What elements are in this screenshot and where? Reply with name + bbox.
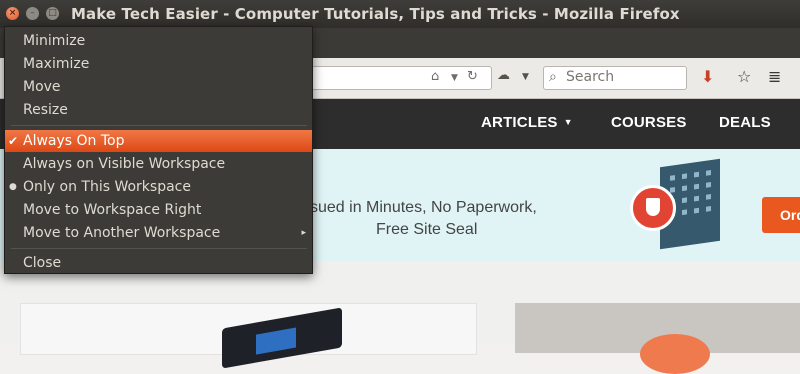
window-titlebar: × – □ Make Tech Easier - Computer Tutori… xyxy=(0,0,800,28)
window-close-button[interactable]: × xyxy=(6,7,19,20)
url-bar[interactable]: ⌂ ▼ ↻ xyxy=(300,66,492,90)
menu-item-label: Close xyxy=(23,255,62,271)
window-context-menu: Minimize Maximize Move Resize ✔ Always O… xyxy=(4,26,313,274)
menu-item-label: Maximize xyxy=(23,56,90,72)
menu-item-move[interactable]: Move xyxy=(5,76,312,98)
search-input[interactable] xyxy=(566,69,678,85)
bookmarks-menu-icon[interactable]: ≣ xyxy=(768,67,781,86)
menu-item-label: Only on This Workspace xyxy=(23,179,191,195)
menu-item-label: Always On Top xyxy=(23,133,125,149)
nav-courses[interactable]: COURSES xyxy=(611,114,687,131)
menu-item-move-to-workspace-right[interactable]: Move to Workspace Right xyxy=(5,199,312,221)
menu-item-maximize[interactable]: Maximize xyxy=(5,53,312,75)
nav-deals[interactable]: DEALS xyxy=(719,114,771,131)
shield-icon xyxy=(630,185,676,231)
menu-item-label: Move xyxy=(23,79,61,95)
search-box[interactable]: ⌕ xyxy=(543,66,687,90)
menu-item-only-on-this-workspace[interactable]: ● Only on This Workspace xyxy=(5,176,312,198)
menu-item-always-on-visible-workspace[interactable]: Always on Visible Workspace xyxy=(5,153,312,175)
menu-item-label: Move to Another Workspace xyxy=(23,225,221,241)
decorative-circle xyxy=(640,334,710,374)
checkmark-icon: ✔ xyxy=(8,134,19,148)
menu-item-label: Minimize xyxy=(23,33,86,49)
reload-icon[interactable]: ↻ xyxy=(467,69,478,84)
search-engine-dropdown-icon[interactable]: ▼ xyxy=(522,72,529,82)
ad-text-line1: sued in Minutes, No Paperwork, xyxy=(310,199,537,216)
menu-item-label: Always on Visible Workspace xyxy=(23,156,226,172)
bookmark-star-icon[interactable]: ☆ xyxy=(737,67,751,86)
menu-item-resize[interactable]: Resize xyxy=(5,99,312,121)
radio-dot-icon: ● xyxy=(9,182,17,192)
menu-item-label: Resize xyxy=(23,102,68,118)
window-maximize-button[interactable]: □ xyxy=(46,7,59,20)
menu-separator xyxy=(11,248,307,249)
menu-separator xyxy=(11,125,307,126)
home-icon[interactable]: ⌂ xyxy=(431,69,439,84)
menu-item-move-to-another-workspace[interactable]: Move to Another Workspace ▸ xyxy=(5,222,312,244)
menu-item-label: Move to Workspace Right xyxy=(23,202,202,218)
menu-item-always-on-top[interactable]: ✔ Always On Top xyxy=(5,130,312,152)
menu-item-close[interactable]: Close xyxy=(5,252,312,274)
nav-articles[interactable]: ARTICLES ▼ xyxy=(481,114,573,131)
search-icon: ⌕ xyxy=(549,69,557,85)
nav-articles-label: ARTICLES xyxy=(481,114,558,131)
window-title: Make Tech Easier - Computer Tutorials, T… xyxy=(71,5,680,23)
chevron-down-icon: ▼ xyxy=(563,117,573,127)
cloud-icon[interactable]: ☁ xyxy=(497,68,510,83)
ad-text-line2: Free Site Seal xyxy=(376,221,478,238)
dropdown-arrow-icon[interactable]: ▼ xyxy=(451,73,458,83)
download-icon[interactable]: ⬇ xyxy=(701,67,714,86)
menu-item-minimize[interactable]: Minimize xyxy=(5,30,312,52)
window-minimize-button[interactable]: – xyxy=(26,7,39,20)
submenu-arrow-icon: ▸ xyxy=(301,228,306,238)
order-button[interactable]: Ord xyxy=(762,197,800,233)
